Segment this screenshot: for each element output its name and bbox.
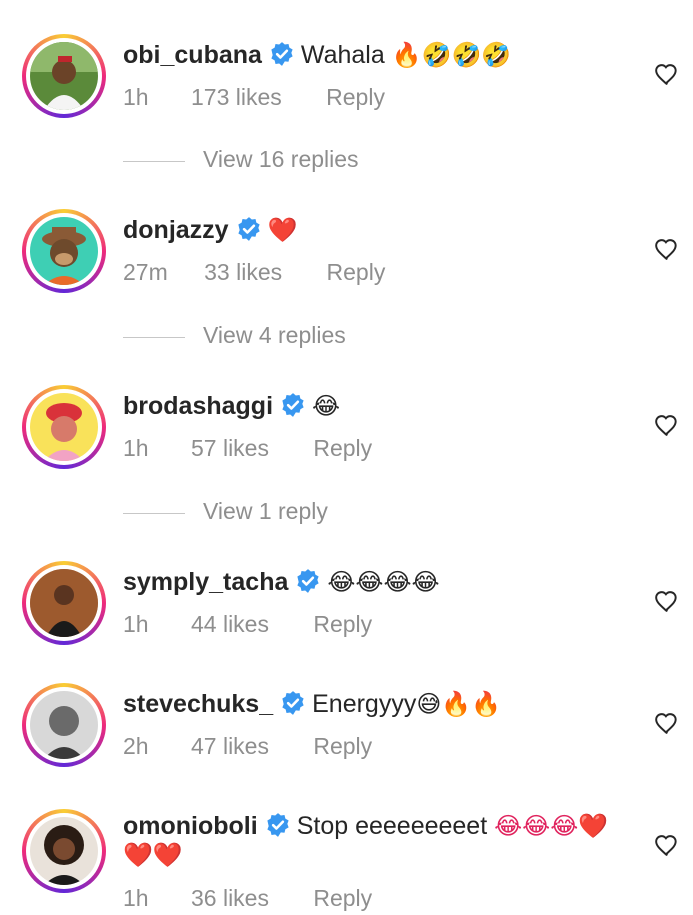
verified-badge-icon [297, 569, 319, 593]
divider [123, 161, 185, 162]
comment-meta: 1h 44 likes Reply [123, 611, 372, 638]
comment-emoji: 😂😂😂❤️ [494, 812, 609, 840]
comment-text: Stop eeeeeeeeet [296, 812, 488, 840]
verified-badge-icon [282, 393, 304, 417]
likes-count[interactable]: 47 likes [191, 733, 269, 760]
view-replies-label[interactable]: View 16 replies [203, 146, 359, 173]
timestamp: 1h [123, 885, 149, 911]
like-heart-icon[interactable] [654, 589, 680, 613]
like-heart-icon[interactable] [654, 413, 680, 437]
timestamp: 1h [123, 84, 149, 110]
comment-line: brodashaggi 😂 [123, 389, 340, 423]
comment-emoji: ❤️ [267, 216, 298, 244]
comment-text: Wahala [300, 41, 385, 69]
username[interactable]: donjazzy [123, 216, 229, 244]
comment-line: omonioboli Stop eeeeeeeeet 😂😂😂❤️ [123, 809, 608, 843]
comment-text: Energyyy [312, 690, 417, 718]
avatar[interactable] [30, 393, 98, 461]
avatar[interactable] [30, 42, 98, 110]
likes-count[interactable]: 173 likes [191, 84, 282, 111]
like-heart-icon[interactable] [654, 711, 680, 735]
username[interactable]: brodashaggi [123, 392, 273, 420]
likes-count[interactable]: 44 likes [191, 611, 269, 638]
story-ring[interactable] [22, 34, 106, 118]
comment-line: stevechuks_ Energyyy😅🔥🔥 [123, 687, 501, 721]
timestamp: 2h [123, 733, 149, 759]
story-ring[interactable] [22, 209, 106, 293]
story-ring[interactable] [22, 561, 106, 645]
comment-line-2: ❤️❤️ [123, 841, 183, 870]
likes-count[interactable]: 57 likes [191, 435, 269, 462]
likes-count[interactable]: 36 likes [191, 885, 269, 912]
comment-line: obi_cubana Wahala 🔥🤣🤣🤣 [123, 38, 511, 72]
username[interactable]: stevechuks_ [123, 690, 273, 718]
username[interactable]: obi_cubana [123, 41, 262, 69]
comment-meta: 1h 36 likes Reply [123, 885, 372, 912]
comment-meta: 1h 173 likes Reply [123, 84, 385, 111]
reply-button[interactable]: Reply [313, 885, 372, 912]
story-ring[interactable] [22, 809, 106, 893]
story-ring[interactable] [22, 385, 106, 469]
username[interactable]: symply_tacha [123, 568, 288, 596]
comment-emoji: 🔥🤣🤣🤣 [391, 41, 512, 69]
reply-button[interactable]: Reply [327, 259, 386, 286]
like-heart-icon[interactable] [654, 62, 680, 86]
comment-emoji: 😂 [312, 392, 341, 420]
timestamp: 1h [123, 611, 149, 637]
avatar[interactable] [30, 569, 98, 637]
comment-meta: 1h 57 likes Reply [123, 435, 372, 462]
comment-emoji: 😅🔥🔥 [416, 690, 502, 718]
verified-badge-icon [267, 813, 289, 837]
verified-badge-icon [237, 217, 260, 241]
comment-line: donjazzy ❤️ [123, 213, 297, 247]
username[interactable]: omonioboli [123, 812, 258, 840]
timestamp: 1h [123, 435, 149, 461]
reply-button[interactable]: Reply [313, 733, 372, 760]
comment-emoji: 😂😂😂😂 [327, 568, 440, 596]
like-heart-icon[interactable] [654, 237, 680, 261]
view-replies-label[interactable]: View 1 reply [203, 498, 328, 525]
comment-line: symply_tacha 😂😂😂😂 [123, 565, 440, 599]
avatar[interactable] [30, 817, 98, 885]
like-heart-icon[interactable] [654, 833, 680, 857]
verified-badge-icon [271, 42, 293, 66]
divider [123, 513, 185, 514]
verified-badge-icon [282, 691, 304, 715]
reply-button[interactable]: Reply [326, 84, 385, 111]
story-ring[interactable] [22, 683, 106, 767]
divider [123, 337, 185, 338]
avatar[interactable] [30, 217, 98, 285]
timestamp: 27m [123, 259, 168, 285]
avatar[interactable] [30, 691, 98, 759]
view-replies-label[interactable]: View 4 replies [203, 322, 346, 349]
likes-count[interactable]: 33 likes [204, 259, 282, 286]
comment-meta: 27m 33 likes Reply [123, 259, 385, 286]
comment-emoji-continued: ❤️❤️ [123, 841, 183, 869]
reply-button[interactable]: Reply [313, 611, 372, 638]
comment-meta: 2h 47 likes Reply [123, 733, 372, 760]
reply-button[interactable]: Reply [313, 435, 372, 462]
